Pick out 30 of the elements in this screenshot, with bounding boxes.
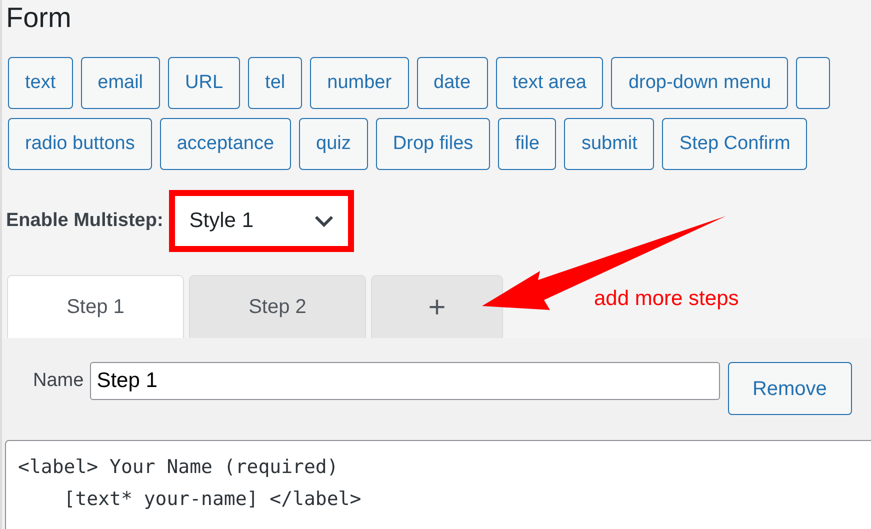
add-step-tab[interactable]: + xyxy=(371,275,503,338)
style-select[interactable]: Style 1 xyxy=(169,190,354,252)
tag-button[interactable]: date xyxy=(416,57,488,109)
tag-button[interactable]: quiz xyxy=(299,118,368,170)
tag-button[interactable]: text xyxy=(8,57,73,109)
form-title: Form xyxy=(6,1,72,35)
tag-button[interactable]: drop-down menu xyxy=(611,57,788,109)
code-editor[interactable]: <label> Your Name (required) [text* your-name] </label> xyxy=(5,440,871,529)
name-label: Name xyxy=(33,369,84,393)
multistep-label: Enable Multistep: xyxy=(6,208,164,233)
tag-button[interactable]: number xyxy=(310,57,409,109)
code-line: <label> Your Name (required) xyxy=(18,455,340,480)
tag-button[interactable]: submit xyxy=(564,118,654,170)
step-name-input[interactable]: Step 1 xyxy=(90,362,720,400)
tag-button[interactable]: acceptance xyxy=(160,118,292,170)
tag-button[interactable]: Drop files xyxy=(376,118,490,170)
tag-button[interactable]: tel xyxy=(248,57,302,109)
annotation-text: add more steps xyxy=(594,286,739,312)
remove-button[interactable]: Remove xyxy=(728,362,852,415)
step-tab[interactable]: Step 1 xyxy=(7,275,184,338)
chevron-down-icon xyxy=(314,215,334,227)
tag-button[interactable]: file xyxy=(498,118,556,170)
tag-button[interactable]: text area xyxy=(496,57,604,109)
code-line: [text* your-name] </label> xyxy=(62,487,362,512)
tag-button[interactable] xyxy=(796,57,830,109)
tag-button[interactable]: Step Confirm xyxy=(662,118,808,170)
step-tab[interactable]: Step 2 xyxy=(189,275,366,338)
tag-button[interactable]: email xyxy=(80,57,160,109)
tag-button[interactable]: radio buttons xyxy=(8,118,152,170)
tag-button[interactable]: URL xyxy=(168,57,240,109)
